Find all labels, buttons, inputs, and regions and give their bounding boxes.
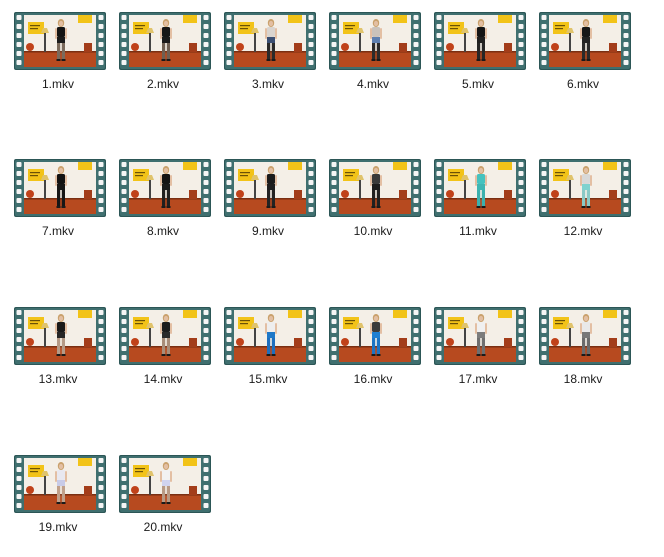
file-name-label: 14.mkv [143,372,183,386]
file-item[interactable]: 17.mkv [428,307,528,407]
file-item[interactable]: 8.mkv [113,159,213,259]
video-film-strip-icon [119,12,211,70]
file-name-label: 19.mkv [38,520,78,534]
file-item[interactable]: 13.mkv [8,307,108,407]
video-film-strip-icon [539,12,631,70]
file-name-label: 13.mkv [38,372,78,386]
file-item[interactable]: 20.mkv [113,455,213,555]
file-name-label: 12.mkv [563,224,603,238]
file-name-label: 20.mkv [143,520,183,534]
file-name-label: 7.mkv [41,224,74,238]
file-name-label: 1.mkv [41,77,74,91]
video-film-strip-icon [329,12,421,70]
file-name-label: 10.mkv [353,224,393,238]
video-film-strip-icon [329,159,421,217]
video-film-strip-icon [119,455,211,513]
file-name-label: 8.mkv [146,224,179,238]
video-film-strip-icon [14,307,106,365]
file-name-label: 5.mkv [461,77,494,91]
video-film-strip-icon [434,12,526,70]
video-film-strip-icon [539,159,631,217]
file-name-label: 2.mkv [146,77,179,91]
file-item[interactable]: 10.mkv [323,159,423,259]
video-film-strip-icon [119,307,211,365]
file-name-label: 11.mkv [459,224,497,238]
file-item[interactable]: 19.mkv [8,455,108,555]
video-film-strip-icon [224,159,316,217]
file-name-label: 6.mkv [566,77,599,91]
file-item[interactable]: 11.mkv [428,159,528,259]
file-item[interactable]: 2.mkv [113,12,213,112]
video-film-strip-icon [119,159,211,217]
file-name-label: 4.mkv [356,77,389,91]
file-item[interactable]: 15.mkv [218,307,318,407]
video-film-strip-icon [14,12,106,70]
file-item[interactable]: 6.mkv [533,12,633,112]
file-item[interactable]: 14.mkv [113,307,213,407]
file-item[interactable]: 5.mkv [428,12,528,112]
video-film-strip-icon [329,307,421,365]
file-item[interactable]: 1.mkv [8,12,108,112]
file-name-label: 15.mkv [248,372,288,386]
video-film-strip-icon [539,307,631,365]
video-film-strip-icon [224,12,316,70]
file-item[interactable]: 9.mkv [218,159,318,259]
file-name-label: 16.mkv [353,372,393,386]
file-item[interactable]: 12.mkv [533,159,633,259]
file-item[interactable]: 16.mkv [323,307,423,407]
file-name-label: 9.mkv [251,224,284,238]
file-name-label: 3.mkv [251,77,284,91]
file-grid: 1.mkv 2.mkv 3.mkv 4.mkv 5.mkv 6.mkv 7.mkv 8.mkv… [0,0,664,557]
video-film-strip-icon [434,307,526,365]
file-name-label: 17.mkv [458,372,498,386]
file-item[interactable]: 3.mkv [218,12,318,112]
file-item[interactable]: 7.mkv [8,159,108,259]
video-film-strip-icon [14,159,106,217]
file-name-label: 18.mkv [563,372,603,386]
video-film-strip-icon [224,307,316,365]
video-film-strip-icon [14,455,106,513]
file-item[interactable]: 4.mkv [323,12,423,112]
video-film-strip-icon [434,159,526,217]
file-item[interactable]: 18.mkv [533,307,633,407]
